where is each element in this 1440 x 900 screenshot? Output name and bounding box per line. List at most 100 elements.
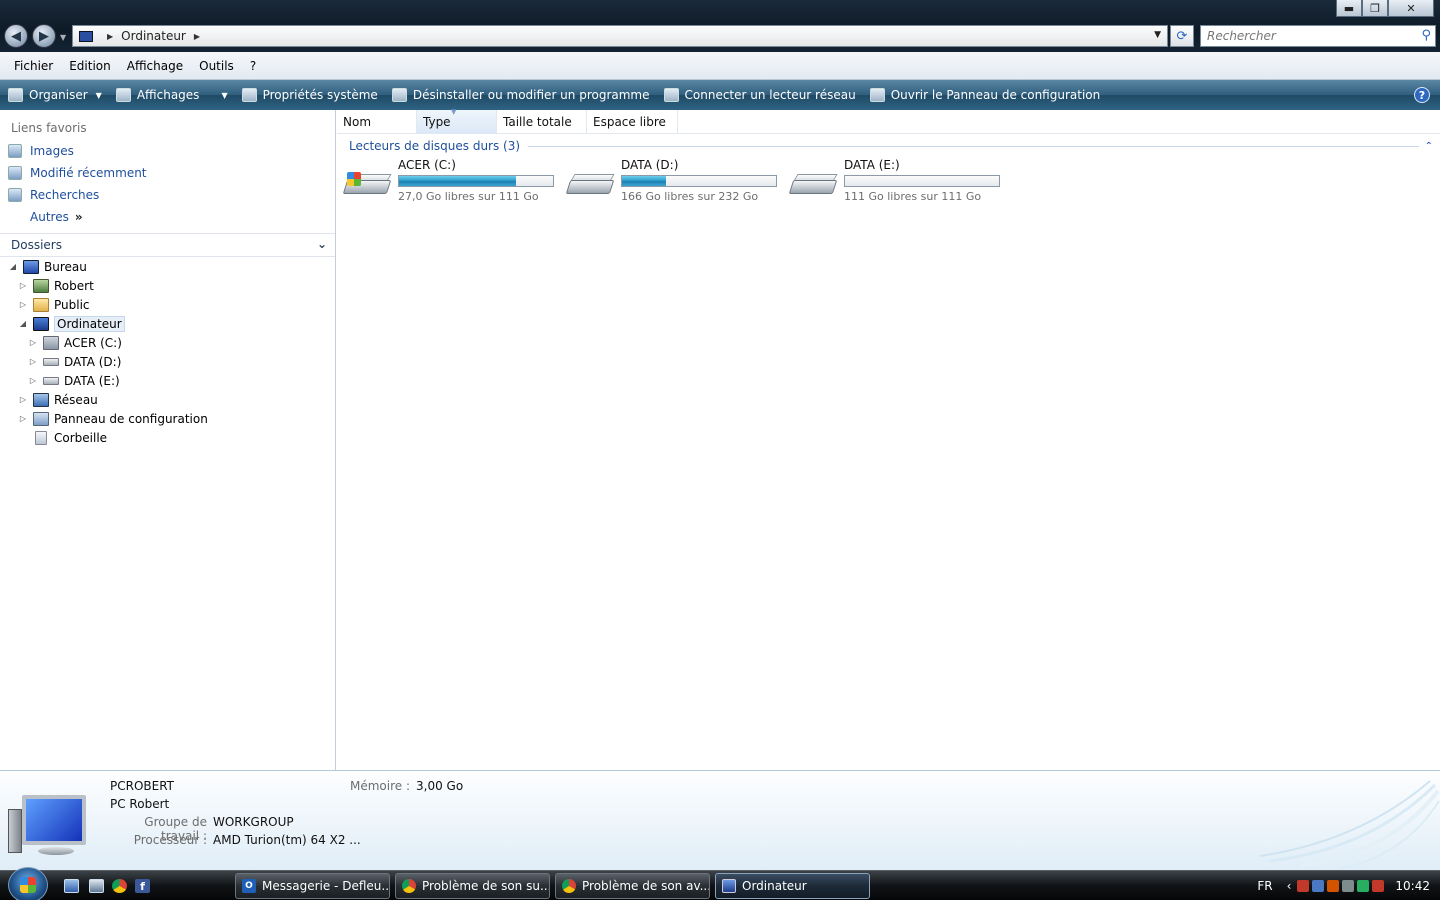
drive-usage-bar bbox=[844, 175, 1000, 187]
collapsed-arrow-icon[interactable]: ▷ bbox=[18, 300, 28, 309]
system-drive-icon bbox=[342, 172, 392, 200]
menu-fichier[interactable]: Fichier bbox=[6, 59, 61, 73]
forward-button[interactable]: ▶ bbox=[32, 24, 56, 48]
collapsed-arrow-icon[interactable]: ▷ bbox=[28, 338, 38, 347]
search-input[interactable]: Rechercher ⚲ bbox=[1200, 25, 1436, 47]
hard-drive-icon bbox=[565, 174, 615, 200]
tree-item-data-d[interactable]: ▷ DATA (D:) bbox=[28, 352, 121, 371]
clock[interactable]: 10:42 bbox=[1395, 879, 1430, 893]
chevron-up-icon[interactable]: ⌃ bbox=[1425, 141, 1433, 152]
drive-item-acer-c[interactable]: ACER (C:) 27,0 Go libres sur 111 Go bbox=[337, 158, 554, 208]
chevron-down-icon[interactable]: ⌄ bbox=[317, 237, 327, 251]
tree-label: Bureau bbox=[44, 259, 87, 274]
address-dropdown-icon[interactable]: ▼ bbox=[1154, 30, 1161, 40]
tree-item-bureau[interactable]: ◢ Bureau bbox=[8, 257, 87, 276]
minimize-button[interactable]: ▬ bbox=[1336, 0, 1362, 17]
refresh-button[interactable]: ⟳ bbox=[1170, 25, 1194, 47]
group-header-hard-drives[interactable]: Lecteurs de disques durs (3) ⌃ bbox=[349, 137, 1433, 155]
network-status-icon[interactable] bbox=[1342, 880, 1355, 892]
power-icon[interactable] bbox=[1357, 880, 1370, 892]
search-icon[interactable]: ⚲ bbox=[1421, 28, 1431, 43]
hard-drive-icon bbox=[43, 357, 59, 366]
breadcrumb-ordinateur[interactable]: Ordinateur bbox=[121, 29, 186, 43]
arrow-left-icon: ◀ bbox=[11, 28, 21, 44]
tree-item-data-e[interactable]: ▷ DATA (E:) bbox=[28, 371, 120, 390]
taskbar-button-messagerie[interactable]: O Messagerie - Defleu... bbox=[235, 873, 390, 899]
folders-header[interactable]: Dossiers ⌄ bbox=[0, 233, 335, 257]
tree-item-public[interactable]: ▷ Public bbox=[18, 295, 90, 314]
content-pane: Nom ▼ Type Taille totale Espace libre Le… bbox=[337, 108, 1440, 770]
close-button[interactable]: ✕ bbox=[1388, 0, 1434, 17]
searches-icon bbox=[8, 188, 22, 202]
back-button[interactable]: ◀ bbox=[4, 24, 28, 48]
drive-item-data-d[interactable]: DATA (D:) 166 Go libres sur 232 Go bbox=[560, 158, 777, 208]
tree-item-control-panel[interactable]: ▷ Panneau de configuration bbox=[18, 409, 208, 428]
collapsed-arrow-icon[interactable]: ▷ bbox=[18, 414, 28, 423]
organize-button[interactable]: Organiser ▼ bbox=[8, 88, 102, 102]
chrome-icon[interactable] bbox=[112, 879, 127, 893]
recycle-bin-icon bbox=[35, 430, 47, 445]
refresh-icon: ⟳ bbox=[1176, 28, 1188, 44]
expanded-arrow-icon[interactable]: ◢ bbox=[8, 262, 18, 271]
menu-outils[interactable]: Outils bbox=[191, 59, 242, 73]
address-bar[interactable]: ▶ Ordinateur ▶ ▼ bbox=[72, 25, 1168, 47]
maximize-button[interactable]: ❐ bbox=[1362, 0, 1388, 17]
collapsed-arrow-icon[interactable]: ▷ bbox=[18, 395, 28, 404]
recent-pages-dropdown[interactable]: ▼ bbox=[60, 33, 66, 42]
menu-affichage[interactable]: Affichage bbox=[119, 59, 191, 73]
open-control-panel-button[interactable]: Ouvrir le Panneau de configuration bbox=[869, 88, 1100, 102]
collapsed-arrow-icon[interactable]: ▷ bbox=[18, 281, 28, 290]
navigation-pane: Liens favoris Images Modifié récemment R… bbox=[0, 110, 336, 770]
switch-windows-icon[interactable] bbox=[89, 879, 104, 893]
favorite-more[interactable]: Autres » bbox=[8, 210, 83, 224]
uninstall-program-button[interactable]: Désinstaller ou modifier un programme bbox=[391, 88, 650, 102]
expanded-arrow-icon[interactable]: ◢ bbox=[18, 319, 28, 328]
column-header-nom[interactable]: Nom bbox=[337, 110, 417, 134]
taskbar: f O Messagerie - Defleu... Problème de s… bbox=[0, 867, 1440, 900]
show-hidden-icons-icon[interactable]: ‹ bbox=[1287, 879, 1292, 893]
taskbar-button-chrome-2[interactable]: Problème de son av... bbox=[555, 873, 710, 899]
tree-item-ordinateur[interactable]: ◢ Ordinateur bbox=[18, 314, 125, 333]
update-icon[interactable] bbox=[1312, 880, 1325, 892]
facebook-icon[interactable]: f bbox=[135, 879, 150, 893]
help-icon[interactable]: ? bbox=[1414, 87, 1430, 103]
breadcrumb-chevron-icon[interactable]: ▶ bbox=[194, 32, 200, 41]
recent-icon bbox=[8, 166, 22, 180]
menu-help[interactable]: ? bbox=[242, 59, 264, 73]
hard-drive-icon bbox=[788, 174, 838, 200]
group-divider bbox=[528, 145, 1419, 147]
favorite-images[interactable]: Images bbox=[8, 144, 74, 158]
collapsed-arrow-icon[interactable]: ▷ bbox=[28, 357, 38, 366]
favorite-searches[interactable]: Recherches bbox=[8, 188, 99, 202]
computer-name: PCROBERT bbox=[110, 779, 175, 793]
taskbar-button-ordinateur[interactable]: Ordinateur bbox=[715, 873, 870, 899]
volume-muted-icon[interactable] bbox=[1372, 880, 1385, 892]
memory-value: 3,00 Go bbox=[416, 779, 464, 793]
double-chevron-right-icon: » bbox=[74, 210, 83, 224]
column-header-espace-libre[interactable]: Espace libre bbox=[587, 110, 678, 134]
column-header-taille-totale[interactable]: Taille totale bbox=[497, 110, 587, 134]
column-header-type[interactable]: ▼ Type bbox=[417, 108, 497, 134]
system-properties-button[interactable]: Propriétés système bbox=[241, 88, 378, 102]
start-button[interactable] bbox=[8, 867, 48, 900]
antivirus-icon[interactable] bbox=[1297, 880, 1310, 892]
chrome-icon bbox=[402, 879, 416, 893]
system-properties-icon bbox=[241, 88, 257, 102]
language-indicator[interactable]: FR bbox=[1257, 879, 1272, 893]
views-button[interactable]: Affichages ▼ bbox=[115, 88, 228, 102]
favorite-links-title: Liens favoris bbox=[11, 121, 87, 135]
tree-item-acer-c[interactable]: ▷ ACER (C:) bbox=[28, 333, 122, 352]
collapsed-arrow-icon[interactable]: ▷ bbox=[28, 376, 38, 385]
media-icon[interactable] bbox=[1327, 880, 1340, 892]
tree-item-corbeille[interactable]: Corbeille bbox=[18, 428, 107, 447]
menu-edition[interactable]: Edition bbox=[61, 59, 119, 73]
breadcrumb-chevron-icon[interactable]: ▶ bbox=[107, 32, 113, 41]
map-network-drive-button[interactable]: Connecter un lecteur réseau bbox=[663, 88, 856, 102]
taskbar-button-chrome-1[interactable]: Problème de son su... bbox=[395, 873, 550, 899]
drive-item-data-e[interactable]: DATA (E:) 111 Go libres sur 111 Go bbox=[783, 158, 1000, 208]
tree-item-reseau[interactable]: ▷ Réseau bbox=[18, 390, 98, 409]
tree-item-robert[interactable]: ▷ Robert bbox=[18, 276, 94, 295]
uninstall-program-label: Désinstaller ou modifier un programme bbox=[412, 88, 650, 102]
show-desktop-icon[interactable] bbox=[64, 879, 79, 893]
favorite-recently-changed[interactable]: Modifié récemment bbox=[8, 166, 147, 180]
